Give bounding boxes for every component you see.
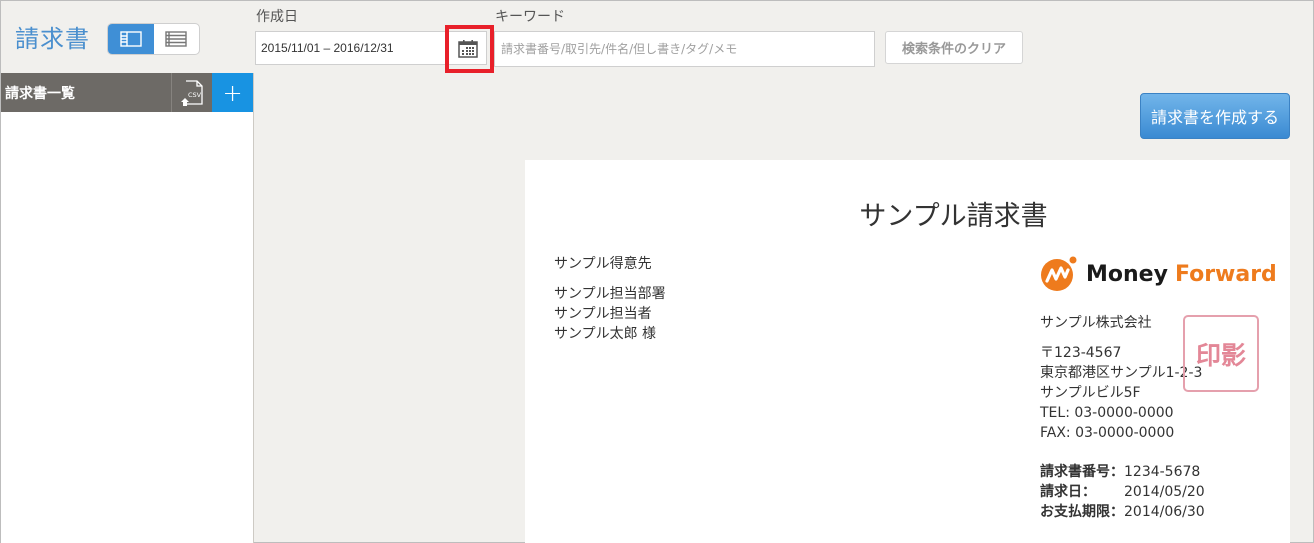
company-tel: TEL: 03-0000-0000: [1040, 405, 1174, 421]
meta-value: 2014/06/30: [1124, 504, 1205, 520]
keyword-label: キーワード: [495, 9, 565, 25]
add-invoice-button[interactable]: +: [212, 73, 253, 112]
logo-text-money: Money: [1086, 261, 1168, 287]
company-postal: 〒123-4567: [1040, 345, 1122, 361]
view-toggle: [107, 23, 200, 55]
csv-upload-icon: CSV: [181, 79, 203, 106]
split-view-icon: [120, 31, 142, 47]
client-contact: サンプル担当者: [554, 306, 652, 322]
logo-text-forward: Forward: [1174, 261, 1277, 287]
invoice-list-sidebar: 請求書一覧 CSV +: [1, 73, 254, 543]
date-range-value[interactable]: 2015/11/01 – 2016/12/31: [256, 41, 448, 55]
invoice-title: サンプル請求書: [859, 201, 1048, 232]
company-fax: FAX: 03-0000-0000: [1040, 425, 1175, 441]
meta-row-due: お支払期限： 2014/06/30: [1040, 502, 1205, 522]
sidebar-title: 請求書一覧: [5, 85, 75, 102]
list-view-icon: [165, 31, 187, 47]
sidebar-header: 請求書一覧 CSV +: [1, 73, 253, 112]
keyword-search-input[interactable]: [494, 31, 875, 67]
create-invoice-button[interactable]: 請求書を作成する: [1140, 93, 1290, 139]
date-label: 作成日: [256, 9, 298, 25]
app-title: 請求書: [15, 25, 90, 53]
meta-row-date: 請求日： 2014/05/20: [1040, 482, 1205, 502]
invoice-meta: 請求書番号： 1234-5678 請求日： 2014/05/20 お支払期限： …: [1040, 462, 1205, 522]
money-forward-logo-icon: [1041, 256, 1077, 291]
calendar-icon: [457, 39, 478, 58]
date-range-input[interactable]: 2015/11/01 – 2016/12/31: [255, 31, 487, 65]
meta-value: 2014/05/20: [1124, 484, 1205, 500]
invoice-preview: サンプル請求書 サンプル得意先 サンプル担当部署 サンプル担当者 サンプル太郎 …: [525, 160, 1290, 543]
csv-upload-button[interactable]: CSV: [171, 73, 212, 112]
company-address1: 東京都港区サンプル1-2-3: [1040, 365, 1203, 381]
company-address2: サンプルビル5F: [1040, 385, 1141, 401]
client-department: サンプル担当部署: [554, 286, 666, 302]
meta-value: 1234-5678: [1124, 464, 1201, 480]
meta-row-number: 請求書番号： 1234-5678: [1040, 462, 1205, 482]
clear-filters-button[interactable]: 検索条件のクリア: [885, 31, 1023, 64]
client-block: サンプル得意先 サンプル担当部署 サンプル担当者 サンプル太郎 様: [554, 254, 666, 344]
list-view-button[interactable]: [154, 24, 200, 54]
svg-text:CSV: CSV: [188, 91, 202, 99]
client-person: サンプル太郎 様: [554, 326, 657, 342]
meta-key: 請求書番号：: [1040, 464, 1124, 480]
meta-key: 請求日：: [1040, 484, 1096, 500]
split-view-button[interactable]: [108, 24, 154, 54]
company-block: サンプル株式会社 〒123-4567 東京都港区サンプル1-2-3 サンプルビル…: [1040, 313, 1202, 443]
meta-key: お支払期限：: [1040, 504, 1124, 520]
client-name: サンプル得意先: [554, 256, 652, 272]
company-logo: Money Forward: [1040, 255, 1277, 293]
seal-stamp: 印影: [1183, 315, 1259, 392]
company-name: サンプル株式会社: [1040, 315, 1152, 331]
calendar-button[interactable]: [448, 32, 486, 64]
